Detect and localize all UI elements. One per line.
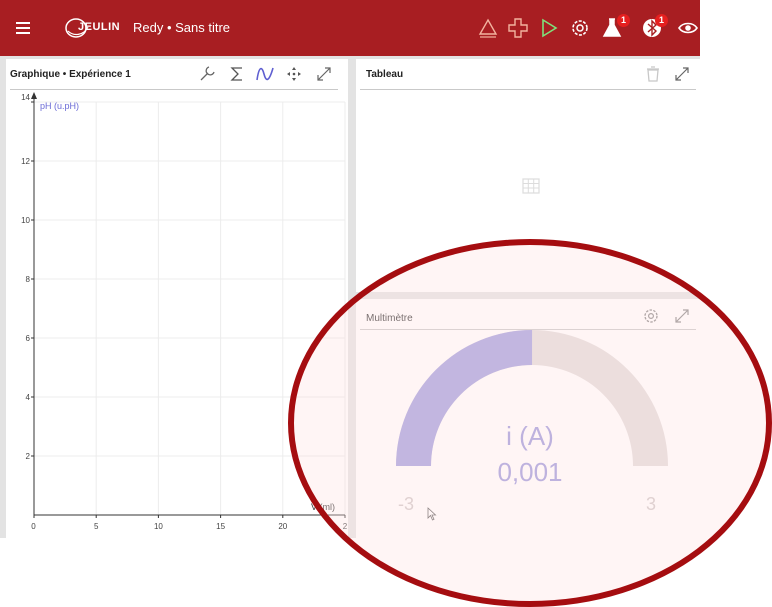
table-panel: Tableau: [356, 59, 700, 292]
table-panel-title: Tableau: [366, 69, 404, 80]
jeulin-logo: JEULIN: [64, 15, 130, 41]
wrench-icon[interactable]: [197, 64, 217, 84]
y-tick-label: 4: [26, 393, 31, 402]
gauge-min-label: -3: [398, 494, 415, 514]
y-tick-label: 14: [21, 93, 30, 102]
y-tick-label: 8: [26, 275, 31, 284]
triangle-icon[interactable]: [476, 16, 500, 40]
graph-panel: Graphique • Expérience 1 14 12 10 8 6 4 2 0 5 10 1…: [6, 59, 348, 538]
app-window: JEULIN Redy • Sans titre 1 1 Graphique •…: [0, 0, 700, 538]
gauge-value: 0,001: [497, 457, 563, 487]
x-tick-label: 2: [343, 522, 348, 531]
bluetooth-badge: 1: [655, 14, 668, 27]
expand-icon[interactable]: [672, 64, 692, 84]
sigma-icon[interactable]: [227, 64, 247, 84]
x-tick-label: 5: [94, 522, 99, 531]
y-tick-label: 10: [21, 216, 30, 225]
gauge-quantity-label: i (A): [506, 421, 554, 451]
x-tick-label: 10: [154, 522, 163, 531]
app-title: Redy • Sans titre: [133, 20, 231, 35]
eye-icon[interactable]: [676, 16, 700, 40]
expand-icon[interactable]: [314, 64, 334, 84]
move-icon[interactable]: [284, 64, 304, 84]
settings-icon[interactable]: [568, 16, 592, 40]
play-icon[interactable]: [537, 16, 561, 40]
trash-icon[interactable]: [643, 64, 663, 84]
menu-icon[interactable]: [14, 17, 34, 39]
ph-chart[interactable]: 14121086420 5 10 15 20 2pH (u.pH)V (ml): [6, 90, 348, 538]
y-tick-label: 6: [26, 334, 31, 343]
y-tick-label: 12: [21, 157, 30, 166]
x-tick-label: 0: [31, 522, 36, 531]
y-axis-label: pH (u.pH): [40, 101, 79, 111]
x-tick-label: 20: [278, 522, 287, 531]
y-tick-label: 2: [26, 452, 31, 461]
graph-panel-title: Graphique • Expérience 1: [10, 69, 131, 80]
mouse-cursor-icon: [427, 507, 437, 521]
wave-icon[interactable]: [255, 64, 275, 84]
x-tick-label: 15: [216, 522, 225, 531]
x-axis-label: V (ml): [311, 502, 335, 512]
table-icon: [522, 178, 540, 194]
gauge-max-label: 3: [646, 494, 657, 514]
y-axis-arrow: [31, 92, 37, 99]
add-icon[interactable]: [506, 16, 530, 40]
top-bar: JEULIN Redy • Sans titre 1 1: [0, 0, 700, 56]
table-panel-divider: [360, 89, 696, 90]
flask-badge: 1: [617, 14, 630, 27]
multimeter-panel: Multimètre i (A) 0,001 -3 3: [356, 299, 700, 538]
